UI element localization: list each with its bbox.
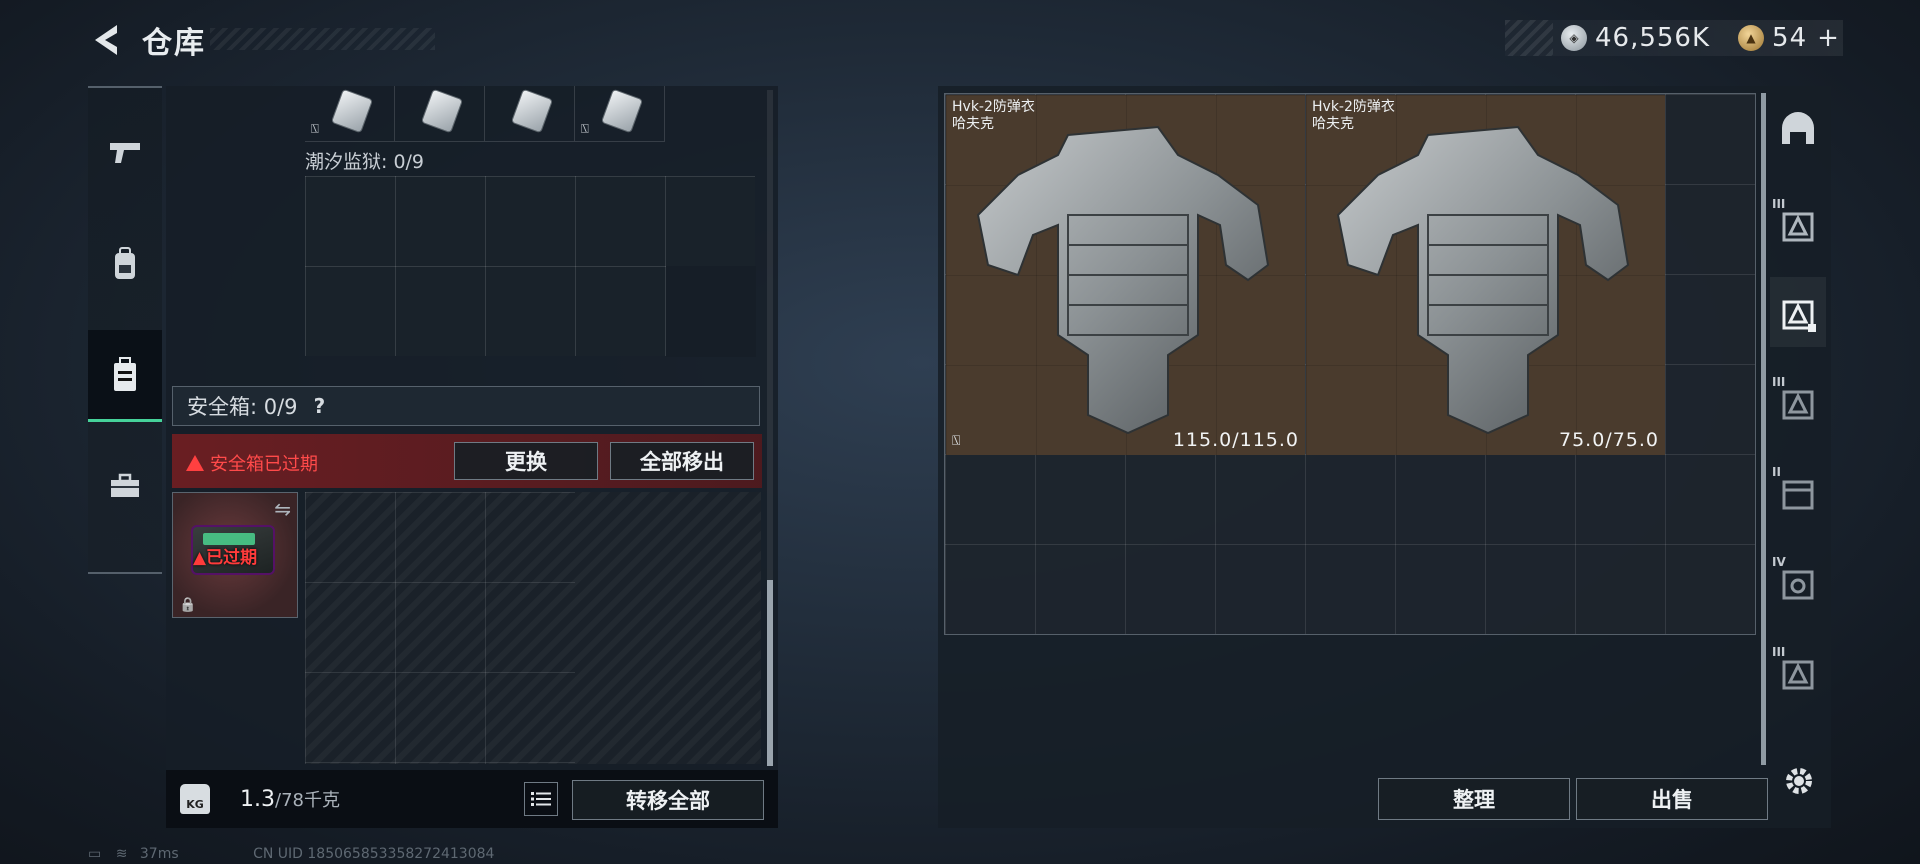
weight-capacity: /78千克	[275, 790, 340, 811]
prison-container-label: 潮汐监狱: 0/9	[305, 151, 425, 173]
weight-value: 1.3	[240, 787, 275, 812]
no-deliver-icon: ⍂	[952, 433, 961, 449]
safe-box-icon	[114, 356, 136, 391]
category-rail: III III II IV III	[1762, 93, 1832, 793]
magazine-item[interactable]: ⍂	[575, 86, 665, 142]
category-armor-tier[interactable]: III	[1770, 367, 1826, 437]
lock-icon: 🔒	[179, 597, 197, 613]
weight-bar: KG 1.3/78千克 转移全部	[166, 770, 778, 828]
weight-icon: KG	[180, 784, 210, 814]
tidal-prison-items-row: ⍂ ⍂	[305, 86, 665, 142]
back-button[interactable]	[88, 20, 124, 60]
left-nav	[88, 86, 162, 574]
magazine-icon	[512, 89, 552, 133]
armor-tier-icon	[1782, 300, 1816, 332]
backpack-icon	[115, 247, 135, 279]
wifi-icon: ≋	[115, 846, 128, 862]
pistol-icon	[110, 143, 140, 163]
gear-icon	[1786, 768, 1812, 794]
armor-item[interactable]: Hvk-2防弹衣 哈夫克 75.0/75.0	[1306, 95, 1665, 455]
category-helmet[interactable]	[1770, 93, 1826, 163]
move-all-out-button[interactable]: 全部移出	[610, 442, 754, 480]
replace-button[interactable]: 更换	[454, 442, 598, 480]
case-expired-label: ▲已过期	[193, 548, 258, 568]
help-icon[interactable]: ?	[314, 394, 326, 418]
no-deliver-icon: ⍂	[311, 122, 319, 137]
armor-vest-icon	[976, 125, 1270, 435]
armor-vest-icon	[1336, 125, 1630, 435]
nav-item-toolbox[interactable]	[88, 440, 162, 532]
armor-durability: 75.0/75.0	[1558, 429, 1659, 451]
sort-button[interactable]: 整理	[1378, 778, 1570, 820]
warning-icon	[186, 455, 204, 471]
armor-name: Hvk-2防弹衣 哈夫克	[1312, 99, 1395, 132]
armor-tier-icon	[1782, 480, 1814, 510]
expired-warning: 安全箱已过期	[186, 450, 318, 476]
no-deliver-icon: ⍂	[581, 122, 589, 137]
back-arrow-icon	[95, 25, 117, 55]
settings-button[interactable]	[1780, 762, 1818, 800]
gold-currency-value: 54	[1772, 23, 1808, 53]
title-decoration	[210, 28, 435, 50]
status-footer: ▭ ≋ 37ms CN UID 1850658533582724130​84	[88, 846, 494, 862]
category-armor-tier[interactable]: III	[1770, 189, 1826, 259]
armor-durability: 115.0/115.0	[1172, 429, 1299, 451]
safe-box-cells	[305, 492, 575, 764]
add-gold-button[interactable]: +	[1817, 23, 1840, 53]
safe-box-header: 安全箱: 0/9 ?	[172, 386, 760, 426]
magazine-icon	[602, 89, 642, 133]
prison-container-grid[interactable]	[305, 176, 756, 357]
category-armor-tier[interactable]: II	[1770, 457, 1826, 527]
nav-item-backpack[interactable]	[88, 218, 162, 310]
battery-icon: ▭	[88, 846, 102, 862]
gold-coin-icon: ▲	[1738, 25, 1765, 51]
category-armor-tier[interactable]	[1770, 277, 1826, 347]
list-icon	[531, 792, 551, 806]
category-armor-tier[interactable]: III	[1770, 637, 1826, 707]
safe-box-grid[interactable]	[305, 492, 761, 764]
transfer-all-button[interactable]: 转移全部	[572, 780, 764, 820]
expired-warning-text: 安全箱已过期	[210, 454, 318, 475]
page-title: 仓库	[142, 26, 206, 61]
swap-icon[interactable]: ⇋	[274, 497, 291, 521]
magazine-item[interactable]	[485, 86, 575, 142]
list-view-button[interactable]	[524, 782, 558, 816]
sell-button[interactable]: 出售	[1576, 778, 1768, 820]
ping-value: 37ms	[139, 846, 179, 862]
top-bar: 仓库 ◈ 46,556K ▲ 54 +	[0, 0, 1920, 80]
safe-box-case-tile[interactable]: ⇋ ▲已过期 🔒	[172, 492, 298, 618]
currency-decoration	[1505, 20, 1553, 56]
grid-void	[666, 266, 756, 357]
magazine-icon	[422, 89, 462, 133]
user-uid: CN UID 1850658533582724130​84	[253, 846, 495, 862]
expired-banner: 安全箱已过期 更换 全部移出	[172, 434, 762, 488]
category-armor-tier[interactable]: IV	[1770, 547, 1826, 617]
armor-name: Hvk-2防弹衣 哈夫克	[952, 99, 1035, 132]
nav-item-safe-box[interactable]	[88, 330, 162, 422]
magazine-item[interactable]: ⍂	[305, 86, 395, 142]
magazine-icon	[332, 89, 372, 133]
safe-box-label: 安全箱: 0/9	[187, 395, 298, 419]
container-scrollbar-thumb[interactable]	[767, 580, 773, 766]
silver-currency-value: 46,556K	[1595, 23, 1711, 53]
helmet-icon	[1782, 112, 1814, 144]
magazine-item[interactable]	[395, 86, 485, 142]
nav-item-weapon[interactable]	[88, 106, 162, 198]
weight-readout: 1.3/78千克	[240, 786, 340, 812]
armor-item[interactable]: Hvk-2防弹衣 哈夫克 ⍂ 115.0/115.0	[946, 95, 1305, 455]
silver-coin-icon: ◈	[1561, 25, 1587, 51]
toolbox-icon	[111, 473, 139, 497]
currency-bar: ◈ 46,556K ▲ 54 +	[1505, 20, 1843, 56]
warehouse-grid[interactable]: Hvk-2防弹衣 哈夫克 ⍂ 115.0/115.0 Hvk-2防弹衣 哈夫克 …	[944, 93, 1756, 635]
